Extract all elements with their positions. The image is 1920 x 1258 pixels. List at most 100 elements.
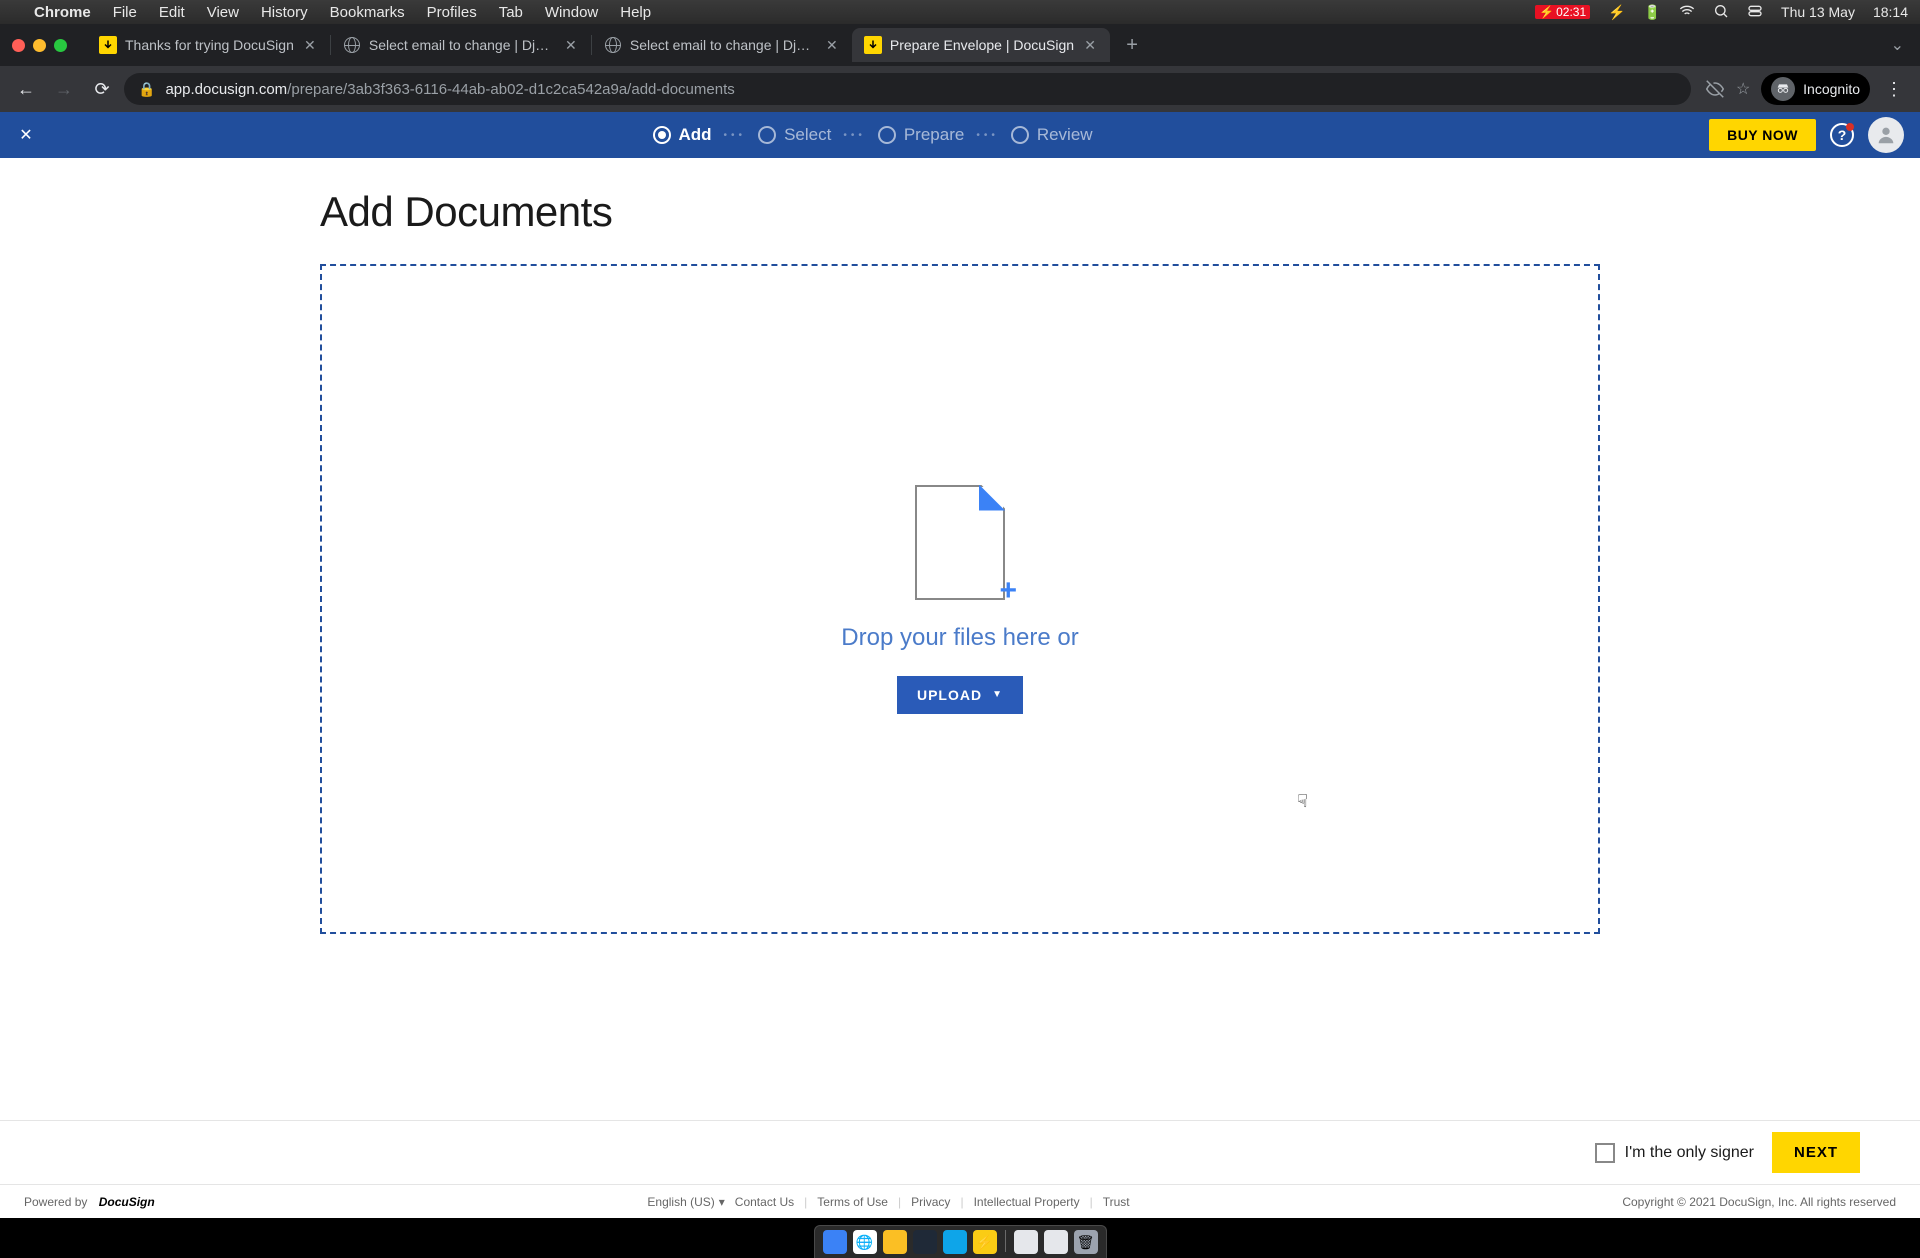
dock-finder-icon[interactable] [823, 1230, 847, 1254]
buy-now-button[interactable]: BUY NOW [1709, 119, 1816, 151]
url-host: app.docusign.com [165, 81, 287, 98]
dock-doc-icon[interactable] [1014, 1230, 1038, 1254]
step-prepare[interactable]: Prepare [878, 125, 964, 145]
docusign-logo: DocuSign [99, 1195, 155, 1209]
control-center-icon[interactable] [1747, 3, 1763, 22]
next-button[interactable]: NEXT [1772, 1132, 1860, 1173]
menubar-time[interactable]: 18:14 [1873, 4, 1908, 20]
menu-help[interactable]: Help [620, 4, 651, 21]
file-dropzone[interactable]: + Drop your files here or UPLOAD ▼ ☟ [320, 264, 1600, 934]
window-controls [12, 39, 67, 52]
menu-tab[interactable]: Tab [499, 4, 523, 21]
action-bar: I'm the only signer NEXT [0, 1120, 1920, 1184]
footer-link-privacy[interactable]: Privacy [911, 1195, 950, 1209]
tab-close-icon[interactable]: ✕ [824, 37, 840, 53]
step-circle-icon [1011, 126, 1029, 144]
bookmark-star-icon[interactable]: ☆ [1733, 79, 1753, 99]
window-close-icon[interactable] [12, 39, 25, 52]
tab-title: Select email to change | Djang [630, 37, 816, 53]
chrome-menu-button[interactable]: ⋮ [1878, 73, 1910, 105]
drop-hint-text: Drop your files here or [841, 624, 1078, 652]
dock-doc-icon[interactable] [1044, 1230, 1068, 1254]
new-tab-button[interactable]: + [1118, 31, 1146, 59]
progress-stepper: Add ••• Select ••• Prepare ••• Review [36, 125, 1709, 145]
page-title: Add Documents [320, 188, 1600, 236]
footer-powered-by: Powered by DocuSign [24, 1195, 155, 1209]
help-button[interactable]: ? [1830, 123, 1854, 147]
menubar-date[interactable]: Thu 13 May [1781, 4, 1855, 20]
dock-trash-icon[interactable]: 🗑 [1074, 1230, 1098, 1254]
tab-close-icon[interactable]: ✕ [563, 37, 579, 53]
tab-title: Select email to change | Djang [369, 37, 555, 53]
footer-link-terms[interactable]: Terms of Use [817, 1195, 888, 1209]
wifi-icon[interactable] [1679, 3, 1695, 22]
profile-avatar[interactable] [1868, 117, 1904, 153]
dock-app-icon[interactable]: ⚡ [973, 1230, 997, 1254]
incognito-icon [1771, 77, 1795, 101]
dock-terminal-icon[interactable] [913, 1230, 937, 1254]
eye-off-icon[interactable] [1705, 79, 1725, 99]
chrome-toolbar: ← → ⟳ 🔒 app.docusign.com/prepare/3ab3f36… [0, 66, 1920, 112]
menu-history[interactable]: History [261, 4, 308, 21]
tabs-dropdown-icon[interactable]: ⌄ [1891, 37, 1904, 54]
upload-label: UPLOAD [917, 687, 982, 703]
step-label: Prepare [904, 125, 964, 145]
upload-button[interactable]: UPLOAD ▼ [897, 676, 1023, 714]
mac-menubar: Chrome File Edit View History Bookmarks … [0, 0, 1920, 24]
tab-close-icon[interactable]: ✕ [1082, 37, 1098, 53]
docusign-favicon-icon [99, 36, 117, 54]
cursor-pointer-icon: ☟ [1297, 791, 1308, 812]
step-label: Select [784, 125, 831, 145]
incognito-label: Incognito [1803, 81, 1860, 97]
dock-app-icon[interactable] [943, 1230, 967, 1254]
tab-close-icon[interactable]: ✕ [302, 37, 318, 53]
step-add[interactable]: Add [653, 125, 712, 145]
battery-percent-icon[interactable]: 🔋 [1644, 4, 1661, 21]
only-signer-checkbox[interactable]: I'm the only signer [1595, 1143, 1754, 1163]
menu-file[interactable]: File [113, 4, 137, 21]
browser-tab[interactable]: Select email to change | Djang ✕ [592, 28, 852, 62]
document-add-icon: + [915, 485, 1005, 600]
globe-favicon-icon [604, 36, 622, 54]
lock-icon: 🔒 [138, 81, 155, 98]
dock-area: 🌐 ⚡ 🗑 [0, 1218, 1920, 1258]
dock-chrome-icon[interactable]: 🌐 [853, 1230, 877, 1254]
browser-tab[interactable]: Select email to change | Djang ✕ [331, 28, 591, 62]
step-review[interactable]: Review [1011, 125, 1093, 145]
footer-copyright: Copyright © 2021 DocuSign, Inc. All righ… [1622, 1195, 1896, 1209]
back-button[interactable]: ← [10, 73, 42, 105]
window-minimize-icon[interactable] [33, 39, 46, 52]
page-footer: Powered by DocuSign English (US) ▾ Conta… [0, 1184, 1920, 1218]
browser-tab[interactable]: Thanks for trying DocuSign ✕ [87, 28, 330, 62]
browser-tab[interactable]: Prepare Envelope | DocuSign ✕ [852, 28, 1110, 62]
menu-edit[interactable]: Edit [159, 4, 185, 21]
menu-profiles[interactable]: Profiles [427, 4, 477, 21]
step-label: Review [1037, 125, 1093, 145]
step-circle-icon [878, 126, 896, 144]
battery-icon[interactable]: ⚡02:31 [1535, 5, 1590, 19]
bolt-icon[interactable]: ⚡ [1608, 4, 1625, 21]
footer-link-ip[interactable]: Intellectual Property [974, 1195, 1080, 1209]
only-signer-label: I'm the only signer [1625, 1144, 1754, 1162]
dock-notes-icon[interactable] [883, 1230, 907, 1254]
address-bar[interactable]: 🔒 app.docusign.com/prepare/3ab3f363-6116… [124, 73, 1691, 105]
globe-favicon-icon [343, 36, 361, 54]
menubar-status: ⚡02:31 ⚡ 🔋 Thu 13 May 18:14 [1535, 3, 1908, 22]
menu-window[interactable]: Window [545, 4, 598, 21]
menu-bookmarks[interactable]: Bookmarks [330, 4, 405, 21]
step-select[interactable]: Select [758, 125, 831, 145]
step-circle-icon [758, 126, 776, 144]
spotlight-icon[interactable] [1713, 3, 1729, 22]
window-zoom-icon[interactable] [54, 39, 67, 52]
menu-view[interactable]: View [207, 4, 239, 21]
menubar-app-name[interactable]: Chrome [34, 4, 91, 21]
step-active-circle-icon [653, 126, 671, 144]
language-selector[interactable]: English (US) ▾ [647, 1195, 724, 1209]
footer-link-trust[interactable]: Trust [1103, 1195, 1130, 1209]
forward-button[interactable]: → [48, 73, 80, 105]
tab-title: Prepare Envelope | DocuSign [890, 37, 1074, 53]
incognito-indicator[interactable]: Incognito [1761, 73, 1870, 105]
reload-button[interactable]: ⟳ [86, 73, 118, 105]
footer-link-contact[interactable]: Contact Us [735, 1195, 794, 1209]
close-button[interactable]: ✕ [16, 125, 36, 145]
